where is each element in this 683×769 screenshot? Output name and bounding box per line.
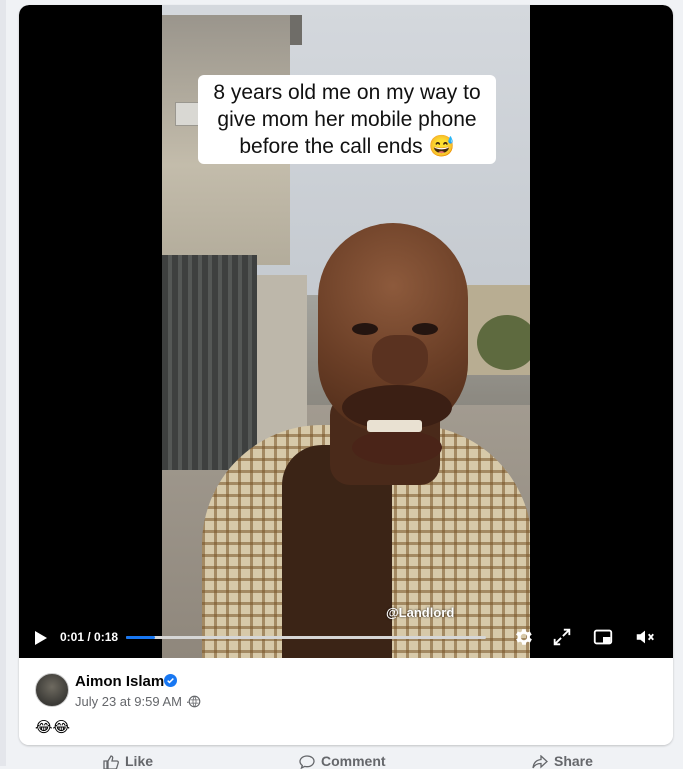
expand-icon[interactable] bbox=[551, 626, 573, 648]
caption-line-2: give mom her mobile phone bbox=[217, 108, 477, 131]
verified-badge-icon bbox=[164, 674, 177, 687]
page-left-strip bbox=[0, 0, 6, 766]
share-label: Share bbox=[554, 753, 593, 769]
scene-bush bbox=[477, 315, 530, 370]
like-label: Like bbox=[125, 753, 154, 769]
play-icon[interactable] bbox=[35, 631, 47, 645]
video-player[interactable]: 8 years old me on my way to give mom her… bbox=[19, 5, 673, 658]
person-right-eye bbox=[412, 323, 438, 335]
post-header: Aimon Islam July 23 at 9:59 AM · 😂😂 bbox=[19, 658, 673, 745]
video-timecode: 0:01 / 0:18 bbox=[60, 630, 119, 644]
share-icon bbox=[532, 755, 548, 769]
post-card: 8 years old me on my way to give mom her… bbox=[19, 5, 673, 745]
post-action-bar: Like Comment Share bbox=[0, 748, 683, 769]
share-button[interactable]: Share bbox=[532, 753, 593, 769]
author-avatar[interactable] bbox=[35, 673, 69, 707]
gear-icon[interactable] bbox=[512, 626, 534, 648]
video-caption: 8 years old me on my way to give mom her… bbox=[198, 75, 496, 164]
thumbs-up-icon bbox=[103, 755, 119, 769]
scene-wall bbox=[257, 275, 307, 445]
person-teeth bbox=[367, 420, 422, 432]
video-controls: 0:01 / 0:18 bbox=[19, 617, 673, 658]
caption-line-1: 8 years old me on my way to bbox=[213, 81, 481, 104]
comment-button[interactable]: Comment bbox=[299, 753, 386, 769]
like-button[interactable]: Like bbox=[103, 753, 153, 769]
scene-gate bbox=[162, 255, 257, 470]
person-lower-lip bbox=[352, 430, 442, 465]
person-nose bbox=[372, 335, 428, 385]
comment-label: Comment bbox=[321, 753, 386, 769]
person-left-eye bbox=[352, 323, 378, 335]
picture-in-picture-icon[interactable] bbox=[592, 626, 614, 648]
author-name[interactable]: Aimon Islam bbox=[75, 673, 164, 690]
post-text: 😂😂 bbox=[35, 718, 71, 736]
comment-icon bbox=[299, 755, 315, 769]
caption-line-3: before the call ends 😅 bbox=[239, 135, 455, 158]
video-frame[interactable]: 8 years old me on my way to give mom her… bbox=[162, 5, 530, 658]
globe-icon bbox=[188, 695, 201, 708]
post-timestamp[interactable]: July 23 at 9:59 AM · bbox=[75, 694, 190, 709]
video-progress-fill bbox=[126, 636, 155, 639]
video-progress-bar[interactable] bbox=[126, 636, 486, 639]
muted-speaker-icon[interactable] bbox=[634, 626, 656, 648]
